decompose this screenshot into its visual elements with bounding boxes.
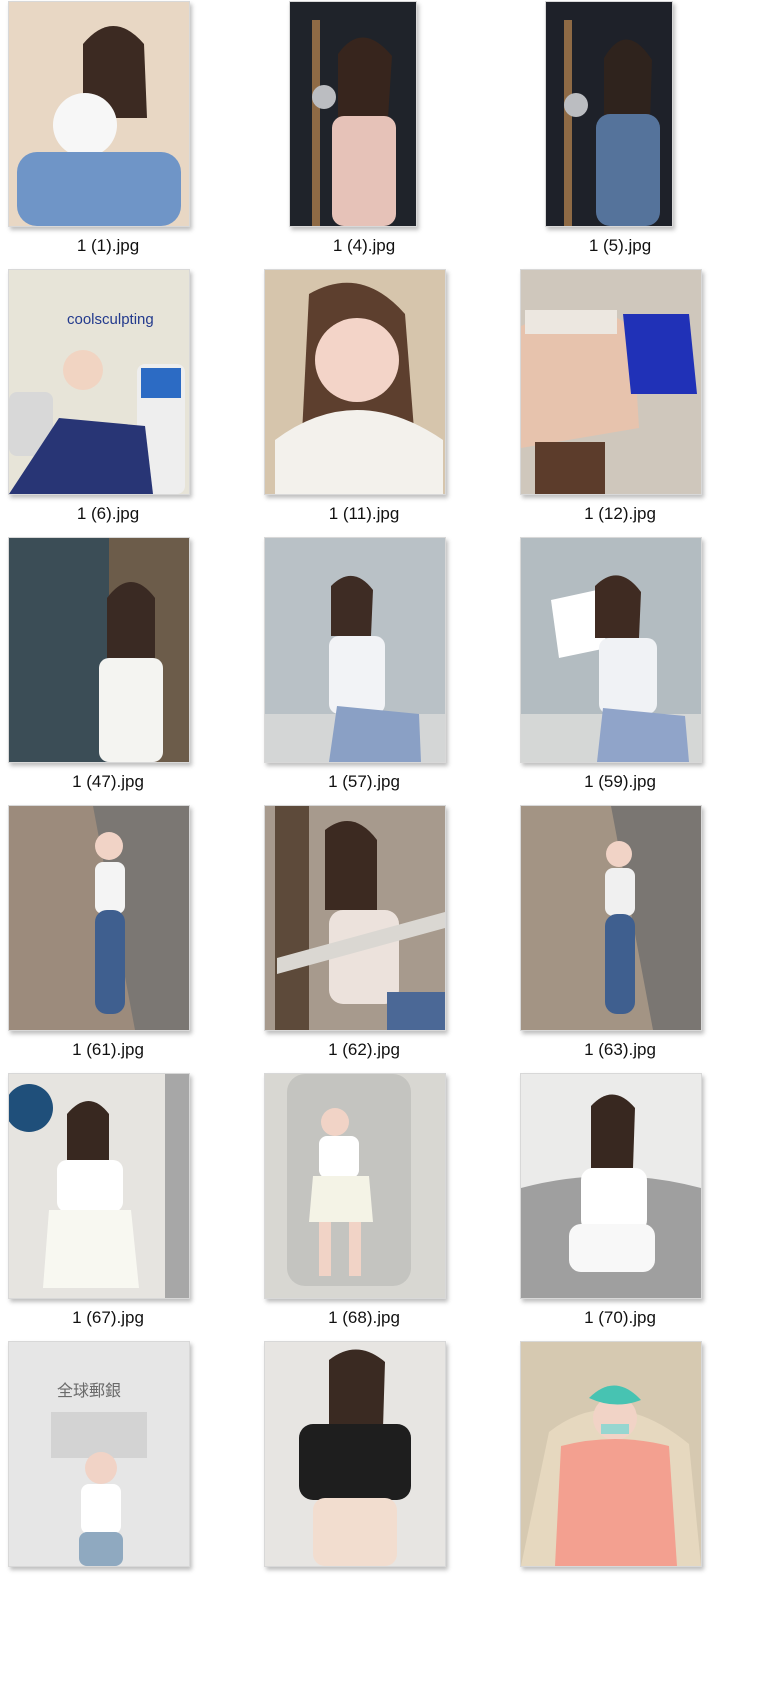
thumbnail-image[interactable] <box>8 805 190 1031</box>
file-item[interactable]: coolsculpting 1 (6).jpg <box>8 268 264 536</box>
thumbnail-image[interactable] <box>520 269 702 495</box>
file-item[interactable]: 1 (11).jpg <box>264 268 520 536</box>
thumbnail-image[interactable] <box>264 537 446 763</box>
file-name: 1 (67).jpg <box>72 1308 144 1327</box>
file-name: 1 (11).jpg <box>328 504 400 523</box>
file-item[interactable]: 1 (61).jpg <box>8 804 264 1072</box>
thumbnail-art <box>521 1074 701 1298</box>
thumbnail-image[interactable]: coolsculpting <box>8 269 190 495</box>
thumbnail-image[interactable] <box>264 1341 446 1567</box>
thumbnail-image[interactable]: 全球郵銀 <box>8 1341 190 1567</box>
file-item[interactable]: 1 (68).jpg <box>264 1072 520 1340</box>
svg-text:全球郵銀: 全球郵銀 <box>57 1382 121 1400</box>
thumbnail-art <box>265 270 445 494</box>
thumbnail-art <box>290 2 416 226</box>
svg-text:coolsculpting: coolsculpting <box>67 311 154 328</box>
thumbnail-art <box>265 538 445 762</box>
thumbnail-art: 全球郵銀 <box>9 1342 189 1566</box>
file-name: 1 (6).jpg <box>76 504 140 523</box>
thumbnail-image[interactable] <box>264 1073 446 1299</box>
file-name: 1 (70).jpg <box>584 1308 656 1327</box>
thumbnail-image[interactable] <box>520 537 702 763</box>
file-name: 1 (63).jpg <box>584 1040 656 1059</box>
file-item[interactable]: 1 (4).jpg <box>264 0 520 268</box>
file-item[interactable]: 全球郵銀 <box>8 1340 264 1608</box>
thumbnail-grid: 1 (1).jpg 1 (4).jpg 1 (5).jpg coolsculpt… <box>0 0 762 1698</box>
file-item[interactable]: 1 (63).jpg <box>520 804 762 1072</box>
file-item[interactable]: 1 (47).jpg <box>8 536 264 804</box>
thumbnail-art <box>521 806 701 1030</box>
thumbnail-image[interactable] <box>8 1 190 227</box>
file-item[interactable]: 1 (5).jpg <box>520 0 762 268</box>
file-name: 1 (5).jpg <box>588 236 652 255</box>
file-item[interactable]: 1 (62).jpg <box>264 804 520 1072</box>
thumbnail-art <box>9 538 189 762</box>
thumbnail-image[interactable] <box>520 1073 702 1299</box>
thumbnail-art <box>265 1342 445 1566</box>
file-item[interactable] <box>264 1340 520 1608</box>
file-name: 1 (1).jpg <box>76 236 140 255</box>
file-item[interactable]: 1 (59).jpg <box>520 536 762 804</box>
thumbnail-art: coolsculpting <box>9 270 189 494</box>
file-item[interactable]: 1 (57).jpg <box>264 536 520 804</box>
file-item[interactable]: 1 (67).jpg <box>8 1072 264 1340</box>
file-item[interactable] <box>520 1340 762 1608</box>
thumbnail-art <box>265 806 445 1030</box>
thumbnail-image[interactable] <box>8 1073 190 1299</box>
thumbnail-art <box>521 270 701 494</box>
file-name: 1 (4).jpg <box>332 236 396 255</box>
thumbnail-image[interactable] <box>520 1341 702 1567</box>
thumbnail-image[interactable] <box>264 269 446 495</box>
file-item[interactable]: 1 (70).jpg <box>520 1072 762 1340</box>
thumbnail-art <box>521 538 701 762</box>
file-name: 1 (61).jpg <box>72 1040 144 1059</box>
thumbnail-art <box>9 1074 189 1298</box>
file-name: 1 (12).jpg <box>584 504 656 523</box>
file-name: 1 (68).jpg <box>328 1308 400 1327</box>
thumbnail-art <box>546 2 672 226</box>
thumbnail-image[interactable] <box>520 805 702 1031</box>
thumbnail-image[interactable] <box>545 1 673 227</box>
thumbnail-image[interactable] <box>289 1 417 227</box>
thumbnail-art <box>265 1074 445 1298</box>
thumbnail-art <box>9 806 189 1030</box>
file-item[interactable]: 1 (12).jpg <box>520 268 762 536</box>
file-name: 1 (47).jpg <box>72 772 144 791</box>
thumbnail-art <box>9 2 189 226</box>
thumbnail-image[interactable] <box>8 537 190 763</box>
thumbnail-image[interactable] <box>264 805 446 1031</box>
thumbnail-art <box>521 1342 701 1566</box>
file-name: 1 (59).jpg <box>584 772 656 791</box>
file-item[interactable]: 1 (1).jpg <box>8 0 264 268</box>
file-name: 1 (62).jpg <box>328 1040 400 1059</box>
file-name: 1 (57).jpg <box>328 772 400 791</box>
